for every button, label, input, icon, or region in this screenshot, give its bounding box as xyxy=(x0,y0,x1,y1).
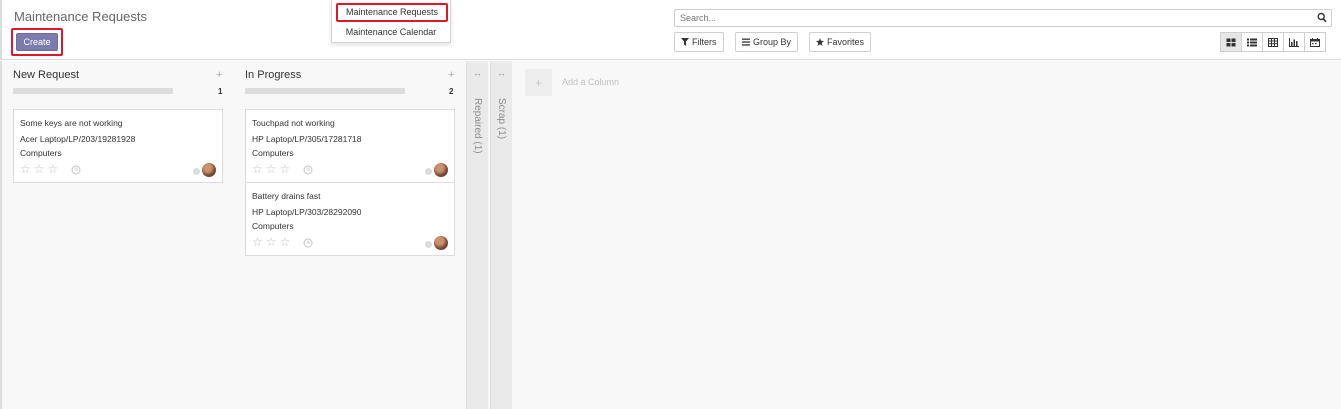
star-icon[interactable]: ☆ xyxy=(20,163,31,175)
column-title[interactable]: In Progress xyxy=(245,69,301,81)
dropdown-item-maintenance-calendar[interactable]: Maintenance Calendar xyxy=(332,26,450,38)
activity-clock-icon[interactable] xyxy=(303,238,313,248)
card-title: Battery drains fast xyxy=(252,191,321,201)
expand-arrows-icon: ↔ xyxy=(473,68,482,78)
control-panel: Maintenance Requests Create Filters Grou… xyxy=(0,0,1341,60)
list-view-button[interactable] xyxy=(1241,32,1263,52)
kanban-column-new-request: New Request + 1 Some keys are not workin… xyxy=(2,61,226,409)
column-title[interactable]: New Request xyxy=(13,69,79,81)
kanban-view-button[interactable] xyxy=(1220,32,1242,52)
star-icon[interactable]: ☆ xyxy=(280,163,291,175)
column-count: 2 xyxy=(449,87,454,96)
column-count: 1 xyxy=(218,87,223,96)
kanban-column-in-progress: In Progress + 2 Touchpad not working HP … xyxy=(234,61,458,409)
calendar-view-button[interactable] xyxy=(1304,32,1326,52)
quick-create-plus-icon[interactable]: + xyxy=(448,69,454,81)
pivot-view-button[interactable] xyxy=(1262,32,1284,52)
card-category: Computers xyxy=(252,221,294,231)
priority-stars: ☆ ☆ ☆ xyxy=(20,163,58,175)
bars-icon xyxy=(742,38,750,46)
favorites-label: Favorites xyxy=(827,37,865,47)
kanban-card[interactable]: Battery drains fast HP Laptop/LP/303/282… xyxy=(245,182,455,256)
star-icon[interactable]: ☆ xyxy=(252,236,263,248)
star-icon xyxy=(816,38,824,46)
priority-stars: ☆ ☆ ☆ xyxy=(252,163,290,175)
breadcrumb-dropdown: Maintenance Requests Maintenance Calenda… xyxy=(331,0,451,43)
card-category: Computers xyxy=(252,148,294,158)
priority-stars: ☆ ☆ ☆ xyxy=(252,236,290,248)
quick-create-plus-icon[interactable]: + xyxy=(216,69,222,81)
star-icon[interactable]: ☆ xyxy=(48,163,59,175)
page-title: Maintenance Requests xyxy=(14,9,147,24)
list-icon xyxy=(1247,38,1257,46)
avatar xyxy=(434,163,448,177)
group-by-label: Group By xyxy=(753,37,792,47)
kanban-icon xyxy=(1226,38,1236,46)
kanban-state-dot[interactable] xyxy=(425,168,432,175)
card-equipment: HP Laptop/LP/305/17281718 xyxy=(252,134,362,144)
folded-column-label: Scrap (1) xyxy=(496,98,507,140)
view-switcher xyxy=(1220,32,1326,52)
graph-view-button[interactable] xyxy=(1283,32,1305,52)
kanban-state-dot[interactable] xyxy=(193,168,200,175)
kanban-state-dot[interactable] xyxy=(425,241,432,248)
card-equipment: HP Laptop/LP/303/28292090 xyxy=(252,207,362,217)
column-progress-bar xyxy=(245,88,405,94)
add-column-label[interactable]: Add a Column xyxy=(562,77,619,87)
pivot-icon xyxy=(1268,37,1278,47)
search-input[interactable] xyxy=(675,10,1305,26)
folded-column-repaired[interactable]: ↔ Repaired (1) xyxy=(466,61,488,409)
calendar-icon xyxy=(1310,37,1320,47)
card-title: Some keys are not working xyxy=(20,118,123,128)
add-column-area: + Add a Column xyxy=(514,61,1341,409)
star-icon[interactable]: ☆ xyxy=(266,236,277,248)
column-progress-bar xyxy=(13,88,173,94)
star-icon[interactable]: ☆ xyxy=(266,163,277,175)
folded-column-label: Repaired (1) xyxy=(472,98,483,154)
activity-clock-icon[interactable] xyxy=(71,165,81,175)
card-category: Computers xyxy=(20,148,62,158)
search-icon[interactable] xyxy=(1317,12,1327,24)
avatar xyxy=(202,163,216,177)
avatar xyxy=(434,236,448,250)
dropdown-item-maintenance-requests[interactable]: Maintenance Requests xyxy=(336,3,448,22)
folded-column-scrap[interactable]: ↔ Scrap (1) xyxy=(490,61,512,409)
kanban-card[interactable]: Some keys are not working Acer Laptop/LP… xyxy=(13,109,223,183)
card-title: Touchpad not working xyxy=(252,118,335,128)
add-column-plus-icon[interactable]: + xyxy=(525,69,552,96)
star-icon[interactable]: ☆ xyxy=(34,163,45,175)
create-button-highlight: Create xyxy=(11,28,63,56)
filters-label: Filters xyxy=(692,37,717,47)
filter-icon xyxy=(681,38,689,46)
star-icon[interactable]: ☆ xyxy=(280,236,291,248)
group-by-button[interactable]: Group By xyxy=(735,32,799,52)
card-equipment: Acer Laptop/LP/203/19281928 xyxy=(20,134,136,144)
bar-chart-icon xyxy=(1289,37,1299,47)
filters-button[interactable]: Filters xyxy=(674,32,724,52)
activity-clock-icon[interactable] xyxy=(303,165,313,175)
kanban-view: New Request + 1 Some keys are not workin… xyxy=(0,61,1341,409)
expand-arrows-icon: ↔ xyxy=(497,68,506,78)
star-icon[interactable]: ☆ xyxy=(252,163,263,175)
favorites-button[interactable]: Favorites xyxy=(809,32,872,52)
search-box[interactable] xyxy=(674,9,1332,27)
kanban-card[interactable]: Touchpad not working HP Laptop/LP/305/17… xyxy=(245,109,455,183)
create-button[interactable]: Create xyxy=(16,33,58,51)
